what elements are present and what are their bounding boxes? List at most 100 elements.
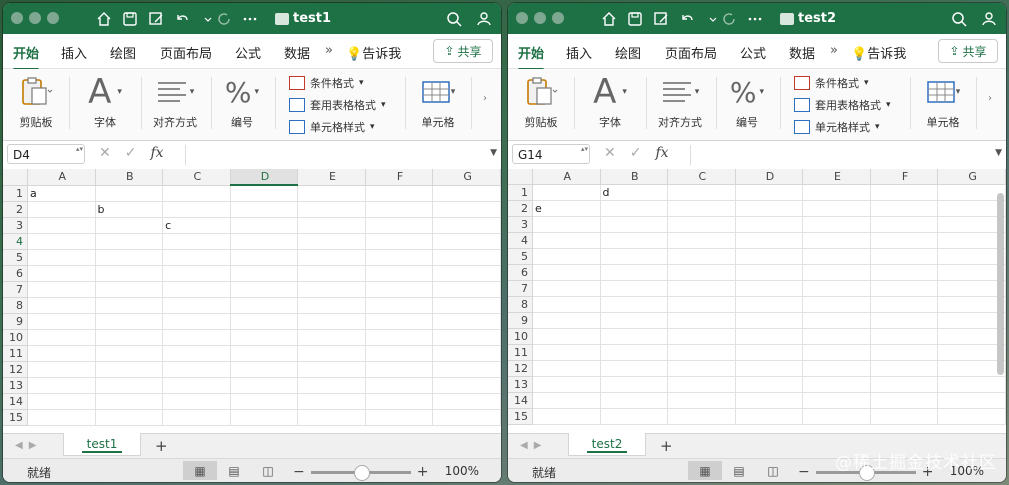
font-group[interactable]: A ▾ 字体 — [77, 73, 133, 130]
cell-f8[interactable] — [870, 296, 939, 313]
cell-d1[interactable] — [735, 184, 804, 201]
normal-view-icon[interactable]: ▦ — [183, 461, 217, 480]
cell-a8[interactable] — [27, 297, 96, 314]
cell-g2[interactable] — [937, 200, 1006, 217]
cell-d11[interactable] — [735, 344, 804, 361]
cell-e4[interactable] — [297, 233, 366, 250]
select-all-corner[interactable] — [3, 169, 28, 186]
page-break-view-icon[interactable]: ◫ — [251, 461, 285, 480]
cell-f11[interactable] — [870, 344, 939, 361]
cell-b10[interactable] — [95, 329, 164, 346]
row-header[interactable]: 11 — [3, 345, 28, 362]
row-header[interactable]: 12 — [508, 360, 533, 377]
cell-a12[interactable] — [27, 361, 96, 378]
cell-e5[interactable] — [802, 248, 871, 265]
cell-d4[interactable] — [735, 232, 804, 249]
cell-e10[interactable] — [802, 328, 871, 345]
cell-c3[interactable] — [667, 216, 736, 233]
cell-d12[interactable] — [230, 361, 299, 378]
cell-b9[interactable] — [95, 313, 164, 330]
cell-b2[interactable]: b — [95, 201, 164, 218]
account-icon[interactable] — [475, 10, 493, 28]
tab-formulas[interactable]: 公式 — [740, 43, 766, 62]
cell-g4[interactable] — [937, 232, 1006, 249]
cell-d15[interactable] — [735, 408, 804, 425]
cell-e8[interactable] — [802, 296, 871, 313]
cell-b4[interactable] — [600, 232, 669, 249]
tell-me[interactable]: 💡告诉我 — [346, 43, 401, 62]
conditional-format-button[interactable]: 条件格式 ▾ — [794, 72, 891, 94]
cell-d5[interactable] — [230, 249, 299, 266]
redo-icon[interactable] — [720, 10, 738, 28]
column-header-b[interactable]: B — [600, 169, 669, 185]
cell-c13[interactable] — [162, 377, 231, 394]
share-button[interactable]: ⇪ 共享 — [938, 39, 998, 63]
cell-d4[interactable] — [230, 233, 299, 250]
cell-c4[interactable] — [667, 232, 736, 249]
cell-b14[interactable] — [600, 392, 669, 409]
cell-d8[interactable] — [735, 296, 804, 313]
column-header-g[interactable]: G — [937, 169, 1006, 185]
normal-view-icon[interactable]: ▦ — [688, 461, 722, 480]
cell-c5[interactable] — [162, 249, 231, 266]
cell-a13[interactable] — [532, 376, 601, 393]
cell-a3[interactable] — [532, 216, 601, 233]
cell-g12[interactable] — [937, 360, 1006, 377]
number-group[interactable]: % ▾ 编号 — [217, 73, 267, 130]
cell-b9[interactable] — [600, 312, 669, 329]
cell-b7[interactable] — [95, 281, 164, 298]
cell-d11[interactable] — [230, 345, 299, 362]
row-header[interactable]: 2 — [508, 200, 533, 217]
cell-e12[interactable] — [802, 360, 871, 377]
cell-g10[interactable] — [937, 328, 1006, 345]
cell-b11[interactable] — [600, 344, 669, 361]
cell-d6[interactable] — [230, 265, 299, 282]
cell-a2[interactable]: e — [532, 200, 601, 217]
cell-e15[interactable] — [297, 409, 366, 426]
cell-b7[interactable] — [600, 280, 669, 297]
cell-d3[interactable] — [230, 217, 299, 234]
column-header-a[interactable]: A — [27, 169, 96, 186]
cell-e9[interactable] — [297, 313, 366, 330]
cell-c10[interactable] — [667, 328, 736, 345]
cell-b5[interactable] — [95, 249, 164, 266]
row-header[interactable]: 13 — [3, 377, 28, 394]
cell-b1[interactable] — [95, 185, 164, 202]
cell-c1[interactable] — [667, 184, 736, 201]
cell-f15[interactable] — [870, 408, 939, 425]
edit-icon[interactable] — [652, 10, 670, 28]
row-header[interactable]: 6 — [3, 265, 28, 282]
cell-e13[interactable] — [297, 377, 366, 394]
cell-a5[interactable] — [27, 249, 96, 266]
expand-formula-icon[interactable]: ▼ — [490, 148, 497, 158]
cell-f11[interactable] — [365, 345, 434, 362]
row-header[interactable]: 7 — [3, 281, 28, 298]
cell-g1[interactable] — [937, 184, 1006, 201]
cell-a15[interactable] — [27, 409, 96, 426]
zoom-slider[interactable] — [310, 464, 411, 481]
cell-b2[interactable] — [600, 200, 669, 217]
cell-d6[interactable] — [735, 264, 804, 281]
tab-home[interactable]: 开始 — [13, 43, 40, 71]
cell-g5[interactable] — [432, 249, 501, 266]
tab-more-chevron[interactable]: » — [830, 43, 838, 58]
cell-c2[interactable] — [667, 200, 736, 217]
cell-a14[interactable] — [27, 393, 96, 410]
cell-e11[interactable] — [297, 345, 366, 362]
edit-icon[interactable] — [147, 10, 165, 28]
cancel-icon[interactable]: ✕ — [99, 145, 111, 161]
close-window-button[interactable] — [11, 12, 23, 24]
cell-d7[interactable] — [735, 280, 804, 297]
home-icon[interactable] — [95, 10, 113, 28]
cell-a15[interactable] — [532, 408, 601, 425]
cell-e6[interactable] — [802, 264, 871, 281]
more-icon[interactable] — [746, 10, 764, 28]
add-sheet-button[interactable]: + — [660, 437, 673, 455]
cell-f9[interactable] — [870, 312, 939, 329]
table-format-button[interactable]: 套用表格格式 ▾ — [289, 94, 386, 116]
tab-more-chevron[interactable]: » — [325, 43, 333, 58]
zoom-out-icon[interactable]: − — [293, 464, 305, 480]
zoom-in-icon[interactable]: + — [417, 464, 429, 480]
cell-e14[interactable] — [802, 392, 871, 409]
cells-group[interactable]: ▾ 单元格 — [918, 73, 968, 130]
